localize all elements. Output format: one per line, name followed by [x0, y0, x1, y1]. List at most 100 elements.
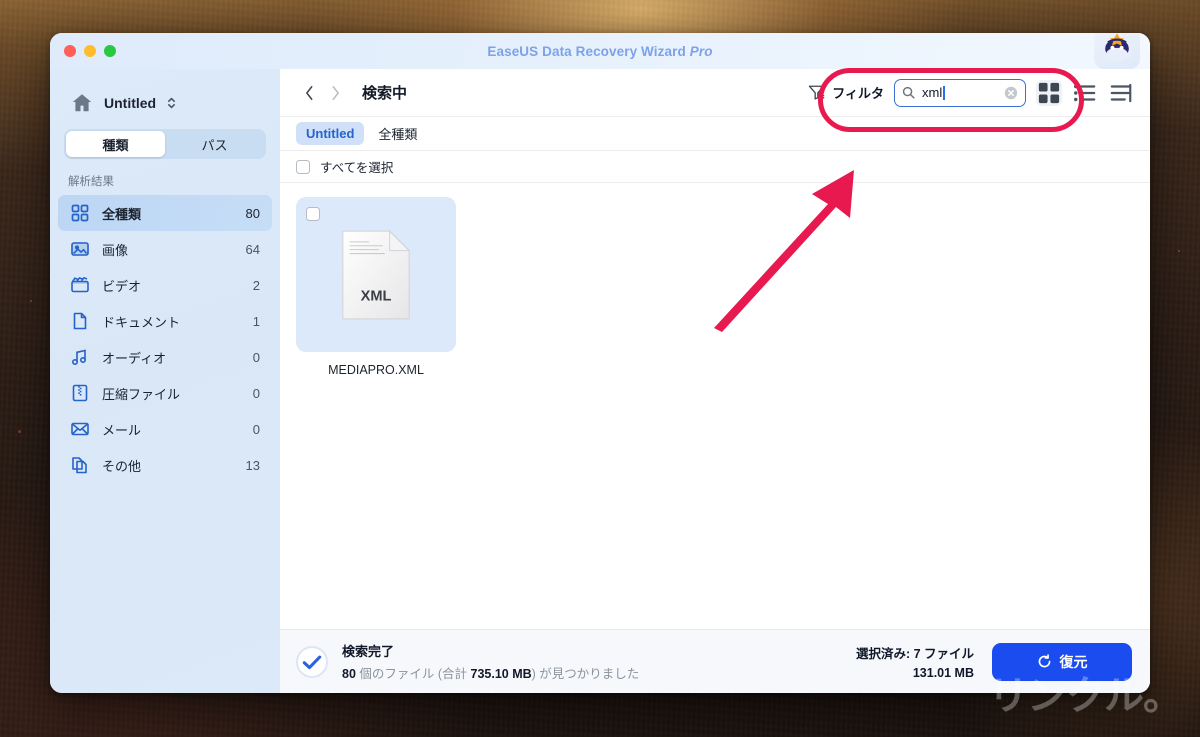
tab-all-types[interactable]: 全種類: [368, 120, 427, 147]
file-item[interactable]: XML MEDIAPRO.XML: [296, 197, 456, 377]
text-caret: [943, 85, 945, 100]
chevron-left-icon: [305, 85, 312, 100]
restore-button[interactable]: 復元: [992, 642, 1132, 681]
selected-files-label: 選択済み: 7 ファイル: [855, 647, 974, 661]
toolbar-right-group: フィルタ xml: [808, 78, 1134, 107]
archive-icon: [70, 383, 90, 403]
grid-icon: [70, 203, 90, 223]
sidebar-item-label: 全種類: [102, 206, 142, 222]
sidebar-item-images[interactable]: 画像 64: [58, 231, 272, 267]
home-icon[interactable]: [70, 91, 94, 115]
sidebar-item-count: 64: [245, 241, 260, 257]
sidebar-item-documents[interactable]: ドキュメント 1: [58, 303, 272, 339]
chevron-right-icon: [332, 85, 339, 100]
sidebar-item-label: ビデオ: [102, 278, 142, 294]
grid-view-button[interactable]: [1036, 79, 1062, 106]
search-input[interactable]: xml: [894, 78, 1026, 107]
other-icon: [70, 455, 90, 475]
tab-untitled[interactable]: Untitled: [296, 122, 365, 145]
sidebar-item-others[interactable]: その他 13: [58, 447, 272, 483]
segment-path[interactable]: パス: [165, 131, 264, 157]
back-button[interactable]: [296, 78, 322, 108]
segment-type-label: 種類: [102, 137, 129, 153]
tab-bar: Untitled 全種類: [280, 117, 1150, 151]
main-panel: 検索中 フィルタ xml Untitled 全種類 すべてを選択 XML MED…: [280, 69, 1150, 693]
tab-label: 全種類: [378, 127, 418, 142]
sidebar-item-count: 80: [245, 205, 260, 221]
video-icon: [70, 275, 90, 295]
restore-rotate-icon: [1038, 654, 1050, 668]
file-name: MEDIAPRO.XML: [328, 363, 424, 377]
window-body: Untitled 種類 パス 解析結果 全種類 80 画像 64 ビデオ 2 ド…: [50, 69, 1150, 693]
filter-icon: [809, 85, 825, 100]
detail-view-icon: [1110, 83, 1132, 102]
select-all-row[interactable]: すべてを選択: [280, 151, 1150, 183]
minimize-button[interactable]: [84, 45, 96, 57]
filter-button[interactable]: フィルタ: [808, 83, 884, 102]
zoom-button[interactable]: [104, 45, 116, 57]
sidebar: Untitled 種類 パス 解析結果 全種類 80 画像 64 ビデオ 2 ド…: [50, 69, 280, 693]
list-view-icon: [1074, 84, 1096, 101]
traffic-light-buttons[interactable]: [50, 45, 116, 57]
restore-label: 復元: [1059, 653, 1088, 670]
search-icon: [902, 86, 915, 99]
file-thumbnail[interactable]: XML: [296, 197, 456, 352]
detail-view-button[interactable]: [1108, 80, 1134, 106]
status-detail-mid: 個のファイル (合計: [359, 667, 468, 681]
file-type-label: XML: [361, 288, 392, 304]
app-window: EaseUS Data Recovery WizardPro Untitled: [50, 33, 1150, 693]
status-right-group: 選択済み: 7 ファイル 131.01 MB 復元: [856, 642, 1132, 681]
sidebar-item-count: 0: [252, 421, 260, 437]
status-title: 検索完了: [342, 644, 395, 659]
sidebar-segmented-control[interactable]: 種類 パス: [64, 129, 266, 159]
file-checkbox[interactable]: [306, 207, 320, 221]
status-detail-size: 735.10 MB: [470, 667, 532, 681]
check-circle-icon: [296, 645, 328, 678]
status-detail-count: 80: [342, 667, 356, 681]
xml-file-icon: XML: [342, 229, 411, 319]
sidebar-item-audio[interactable]: オーディオ 0: [58, 339, 272, 375]
selection-info: 選択済み: 7 ファイル 131.01 MB: [856, 643, 974, 680]
sidebar-project-header[interactable]: Untitled: [50, 83, 280, 127]
mascot-avatar-icon: [1101, 33, 1133, 62]
sidebar-item-label: メール: [102, 422, 142, 438]
chevron-up-down-icon[interactable]: [166, 95, 177, 111]
select-all-label: すべてを選択: [320, 161, 394, 175]
sidebar-item-all-types[interactable]: 全種類 80: [58, 195, 272, 231]
filter-label: フィルタ: [832, 86, 884, 101]
segment-type[interactable]: 種類: [66, 131, 165, 157]
status-detail: 80 個のファイル (合計 735.10 MB) が見つかりました: [342, 663, 639, 682]
image-icon: [70, 239, 90, 259]
breadcrumb: 検索中: [362, 85, 408, 102]
mascot-avatar[interactable]: [1094, 33, 1140, 69]
project-name: Untitled: [104, 95, 157, 111]
sidebar-item-archives[interactable]: 圧縮ファイル 0: [58, 375, 272, 411]
toolbar: 検索中 フィルタ xml: [280, 69, 1150, 117]
file-grid: XML MEDIAPRO.XML: [280, 183, 1150, 629]
document-icon: [70, 311, 90, 331]
segment-path-label: パス: [201, 137, 228, 153]
forward-button[interactable]: [322, 78, 348, 108]
sidebar-item-mail[interactable]: メール 0: [58, 411, 272, 447]
sidebar-item-label: 圧縮ファイル: [102, 386, 181, 402]
clear-circle-icon[interactable]: [1004, 86, 1018, 100]
close-button[interactable]: [64, 45, 76, 57]
sidebar-item-count: 1: [252, 313, 260, 329]
grid-view-icon: [1038, 82, 1060, 103]
sidebar-item-label: ドキュメント: [102, 314, 181, 330]
select-all-checkbox[interactable]: [296, 159, 310, 174]
sidebar-item-label: 画像: [102, 242, 129, 258]
app-title-text: EaseUS Data Recovery Wizard: [487, 43, 686, 59]
sidebar-item-videos[interactable]: ビデオ 2: [58, 267, 272, 303]
selected-size-label: 131.01 MB: [912, 666, 974, 680]
status-bar: 検索完了 80 個のファイル (合計 735.10 MB) が見つかりました 選…: [280, 629, 1150, 693]
app-title-pro: Pro: [689, 43, 713, 59]
sidebar-item-label: その他: [102, 458, 142, 474]
sidebar-item-label: オーディオ: [102, 350, 167, 366]
tab-label: Untitled: [306, 126, 355, 141]
sidebar-item-count: 2: [252, 277, 260, 293]
mail-icon: [70, 419, 90, 439]
search-input-value: xml: [922, 85, 1004, 100]
list-view-button[interactable]: [1072, 80, 1098, 106]
audio-icon: [70, 347, 90, 367]
